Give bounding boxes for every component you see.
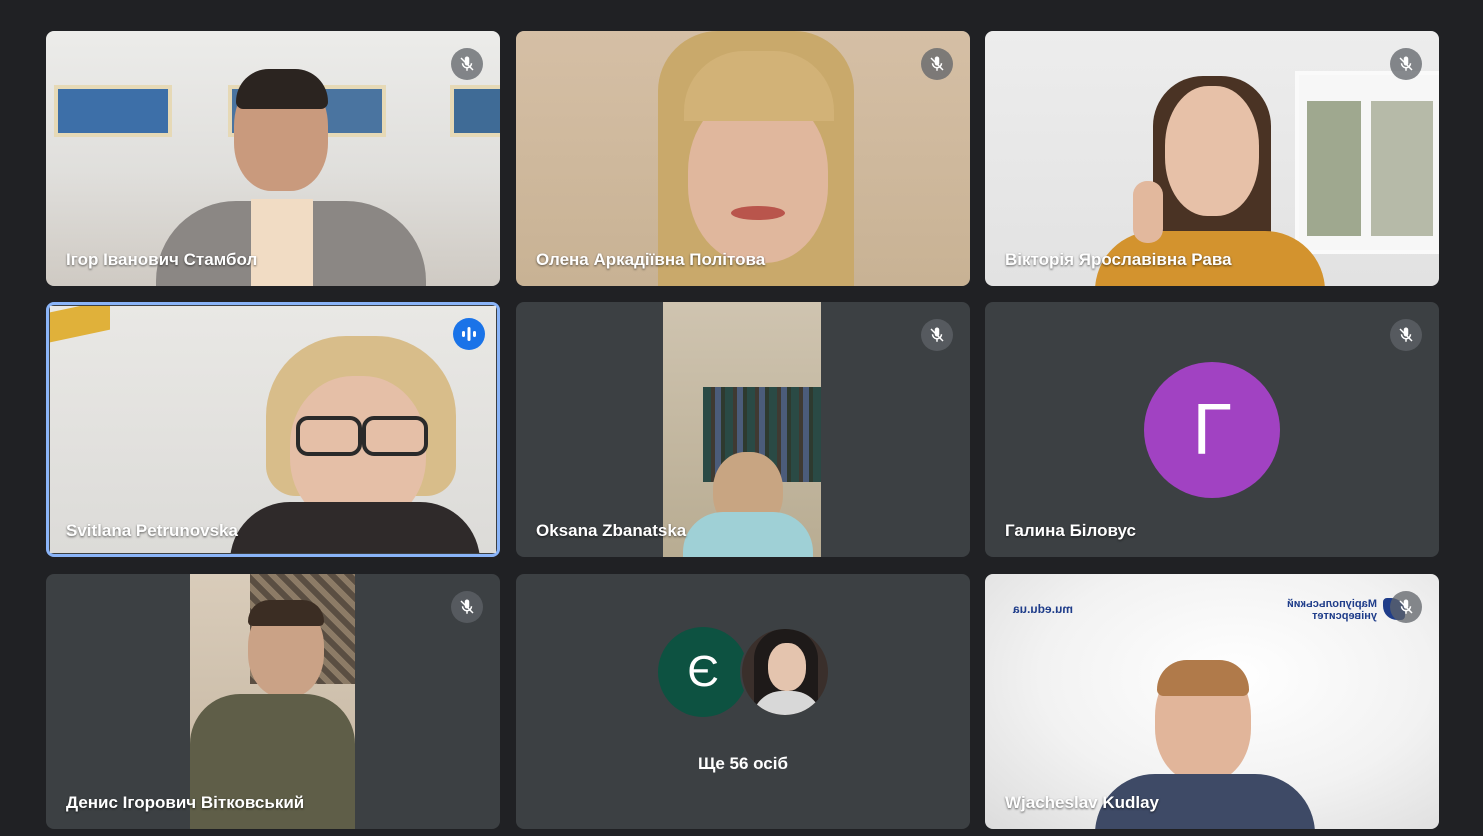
- person-head: [1165, 86, 1259, 216]
- wall-picture: [450, 85, 500, 137]
- mic-off-icon: [451, 48, 483, 80]
- participant-tile-active-speaker[interactable]: Svitlana Petrunovska: [46, 302, 500, 557]
- participant-name: Wjacheslav Kudlay: [1005, 793, 1160, 812]
- participant-tile[interactable]: mu.edu.ua Маріупольський університет Wja…: [985, 574, 1439, 829]
- participant-video: [190, 574, 355, 829]
- more-participants-tile[interactable]: Є Ще 56 осіб: [516, 574, 970, 829]
- participant-video: [516, 31, 970, 286]
- participant-tile[interactable]: Вікторія Ярославівна Рава: [985, 31, 1439, 286]
- overflow-avatar-photo: [740, 627, 830, 717]
- mic-off-icon: [1390, 319, 1422, 351]
- participant-avatar: Г: [1144, 362, 1280, 498]
- background-logo-site: mu.edu.ua: [1013, 602, 1074, 616]
- participant-name: Ігор Іванович Стамбол: [66, 250, 258, 269]
- participant-name: Вікторія Ярославівна Рава: [1005, 250, 1232, 269]
- person-hair: [248, 600, 324, 626]
- mic-off-icon: [1390, 591, 1422, 623]
- participant-tile[interactable]: Олена Аркадіївна Політова: [516, 31, 970, 286]
- participant-video: [985, 31, 1439, 286]
- person-shirt: [251, 199, 313, 286]
- more-participants-label: Ще 56 осіб: [698, 754, 788, 773]
- mic-off-icon: [921, 319, 953, 351]
- participant-tile[interactable]: Г Галина Біловус: [985, 302, 1439, 557]
- participant-name: Oksana Zbanatska: [536, 521, 687, 540]
- participant-name: Олена Аркадіївна Політова: [536, 250, 766, 269]
- window: [1295, 71, 1439, 254]
- audio-level-icon: [453, 318, 485, 350]
- participant-name: Денис Ігорович Вітковський: [66, 793, 305, 812]
- mic-off-icon: [1390, 48, 1422, 80]
- person-hair: [236, 69, 328, 109]
- participant-video: mu.edu.ua Маріупольський університет: [985, 574, 1439, 829]
- participant-name: Svitlana Petrunovska: [66, 521, 238, 540]
- person-body: [683, 512, 813, 557]
- mic-off-icon: [451, 591, 483, 623]
- participant-video: [50, 306, 496, 553]
- mic-off-icon: [921, 48, 953, 80]
- person-hair: [1157, 660, 1249, 696]
- participant-tile[interactable]: Ігор Іванович Стамбол: [46, 31, 500, 286]
- participant-tile[interactable]: Денис Ігорович Вітковський: [46, 574, 500, 829]
- participant-video: [663, 302, 821, 557]
- participant-video: [46, 31, 500, 286]
- overflow-avatar: Є: [658, 627, 748, 717]
- person-body: [230, 502, 480, 553]
- background-logo-university: Маріупольський університет: [1286, 598, 1377, 622]
- wall-picture: [54, 85, 172, 137]
- person-hand: [1133, 181, 1163, 243]
- person-lips: [731, 206, 785, 220]
- participant-name: Галина Біловус: [1005, 521, 1136, 540]
- glasses: [296, 416, 362, 456]
- participant-tile[interactable]: Oksana Zbanatska: [516, 302, 970, 557]
